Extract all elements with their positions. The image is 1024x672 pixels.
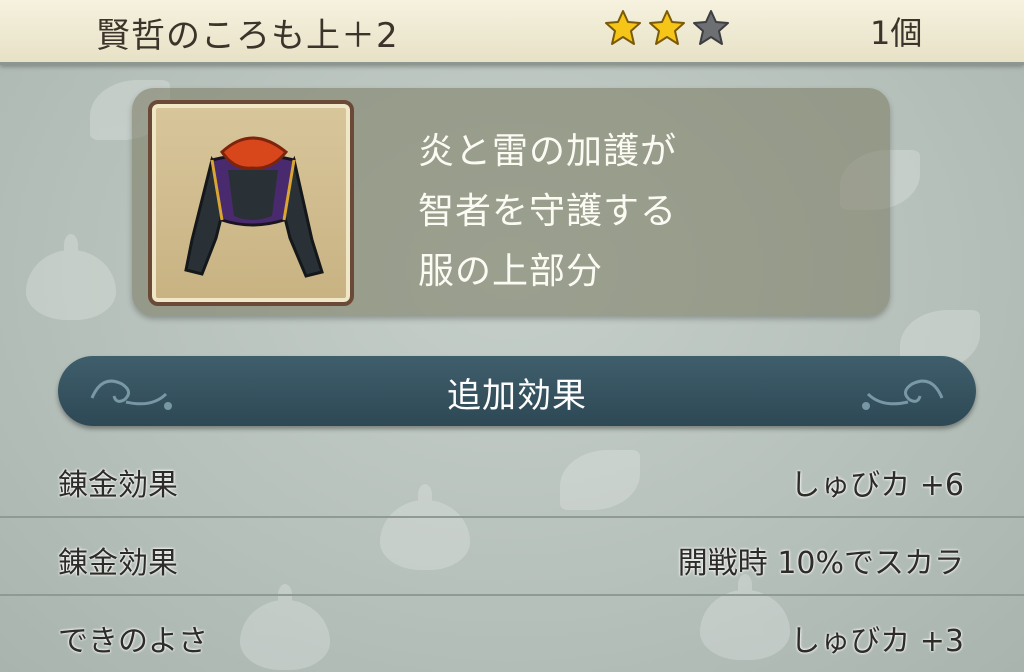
description-line: 智者を守護する: [418, 191, 678, 232]
section-title: 追加効果: [447, 376, 587, 416]
item-description: 炎と雷の加護が 智者を守護する 服の上部分: [418, 122, 677, 302]
item-header: 賢哲のころも上＋2 1個: [0, 0, 1024, 65]
jacket-icon: [184, 136, 324, 278]
effect-value: 開戦時 10%でスカラ: [677, 546, 964, 581]
effect-row: できのよさ しゅびカ +3: [0, 596, 1024, 672]
star-filled-icon: [605, 10, 641, 45]
rating-stars: [603, 8, 731, 48]
star-filled-icon: [649, 10, 685, 45]
swirl-ornament-icon: [862, 379, 944, 410]
effect-label: 錬金効果: [58, 468, 178, 503]
item-name: 賢哲のころも上＋2: [96, 16, 399, 56]
effect-value: しゅびカ +3: [790, 624, 964, 659]
slime-silhouette-icon: [26, 234, 116, 320]
item-detail-screen: 賢哲のころも上＋2 1個 炎と雷の加護が 智者を守護する 服の上部分 追加効果: [0, 0, 1024, 672]
section-banner: 追加効果: [58, 356, 976, 426]
item-icon-frame: [148, 100, 354, 306]
star-empty-icon: [693, 10, 729, 45]
description-line: 服の上部分: [418, 251, 604, 292]
description-line: 炎と雷の加護が: [418, 131, 678, 172]
effect-label: できのよさ: [58, 624, 208, 659]
effect-value: しゅびカ +6: [790, 468, 964, 503]
item-quantity: 1個: [870, 14, 923, 52]
effect-label: 錬金効果: [58, 546, 178, 581]
effect-row: 錬金効果 しゅびカ +6: [0, 440, 1024, 518]
effect-row: 錬金効果 開戦時 10%でスカラ: [0, 518, 1024, 596]
